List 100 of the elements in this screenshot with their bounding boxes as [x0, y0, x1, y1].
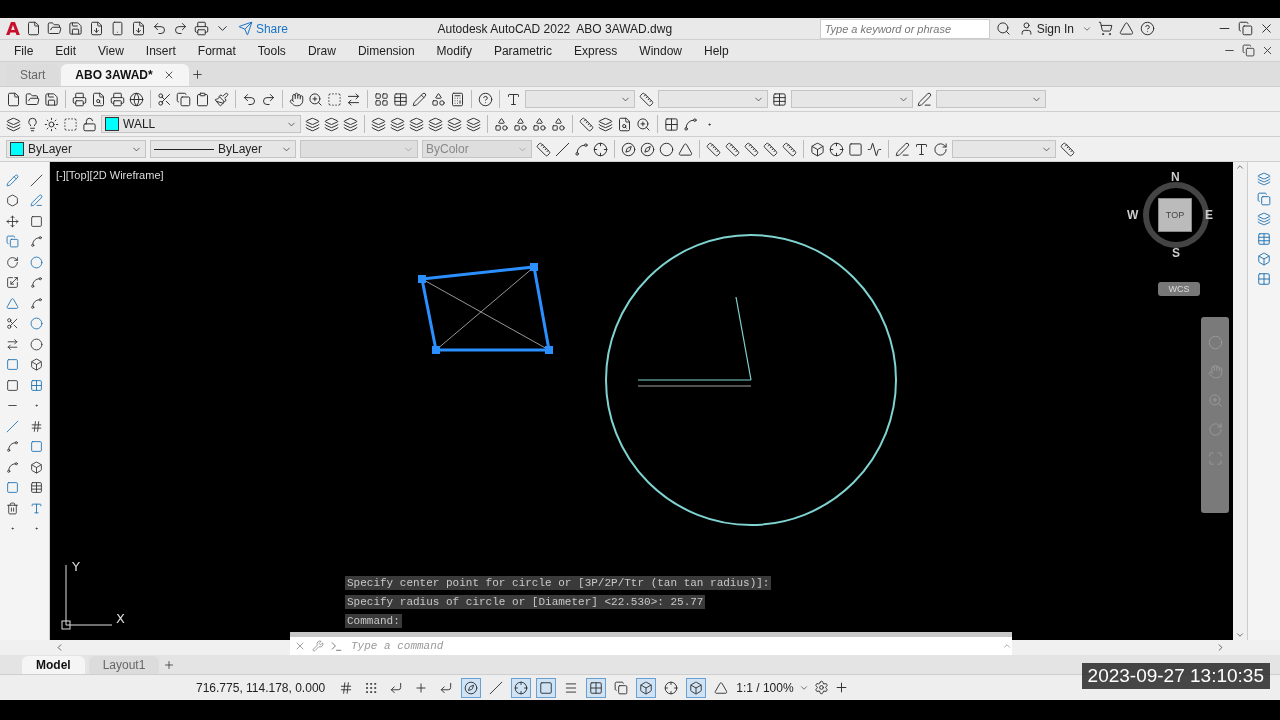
- menu-item[interactable]: Tools: [249, 43, 294, 58]
- user-icon[interactable]: [1018, 21, 1034, 36]
- menu-item[interactable]: Express: [565, 43, 626, 58]
- scroll-down-icon[interactable]: [1235, 630, 1245, 640]
- file-icon[interactable]: [6, 91, 21, 107]
- folder-icon[interactable]: [25, 91, 40, 107]
- diameter-icon[interactable]: [659, 141, 674, 157]
- linetype-dropdown[interactable]: ByLayer: [150, 140, 296, 158]
- restore-icon[interactable]: [1238, 21, 1253, 36]
- menu-item[interactable]: Help: [696, 43, 737, 58]
- redo-icon[interactable]: [172, 21, 188, 36]
- trim-icon[interactable]: [5, 317, 19, 331]
- layers-icon[interactable]: [6, 116, 21, 132]
- search-field[interactable]: Type a keyword or phrase: [819, 18, 990, 39]
- wrench-icon[interactable]: [312, 640, 324, 652]
- menu-item[interactable]: View: [90, 43, 132, 58]
- menu-item[interactable]: Edit: [47, 43, 85, 58]
- table-style-icon[interactable]: [772, 91, 787, 107]
- edit-icon[interactable]: [895, 141, 910, 157]
- file-tab[interactable]: ABO 3AWAD*: [61, 64, 189, 86]
- scale-icon[interactable]: [5, 276, 19, 290]
- jogged-icon[interactable]: [867, 141, 882, 157]
- plus-icon[interactable]: [833, 680, 849, 695]
- drawing-canvas[interactable]: [-][Top][2D Wireframe] N W TOP E S WCS Y X Specify center point for circle or [3P/2P/Ttr (tan tan radius)]: Specify radius of circle or [Diameter] <22.530>: 25.77 Command:: [50, 162, 1233, 640]
- close-icon[interactable]: [1261, 44, 1274, 57]
- undo-icon[interactable]: [242, 91, 257, 107]
- viewcube-face[interactable]: TOP: [1158, 198, 1192, 232]
- settings-icon[interactable]: [813, 680, 829, 695]
- app-logo[interactable]: A: [6, 18, 20, 39]
- menu-item[interactable]: Insert: [137, 43, 184, 58]
- plus-icon[interactable]: [190, 67, 204, 81]
- circle-icon[interactable]: [30, 255, 44, 269]
- print-icon[interactable]: [193, 21, 209, 36]
- annotation-scale[interactable]: 1:1 / 100%: [736, 680, 794, 695]
- move-icon[interactable]: [5, 214, 19, 228]
- open-icon[interactable]: [46, 21, 62, 36]
- pan-icon[interactable]: [289, 91, 304, 107]
- triangle-icon[interactable]: [1119, 21, 1134, 36]
- terminal-icon[interactable]: [330, 639, 343, 653]
- menu-item[interactable]: Dimension: [349, 43, 423, 58]
- text-style-icon[interactable]: [506, 91, 521, 107]
- export-icon[interactable]: [130, 21, 146, 36]
- sun-icon[interactable]: [44, 116, 59, 132]
- calculator-icon[interactable]: [450, 91, 465, 107]
- new-icon[interactable]: [25, 21, 41, 36]
- layout-tab[interactable]: Layout1: [88, 656, 160, 674]
- layer-dropdown[interactable]: WALL: [101, 115, 301, 133]
- undo-icon[interactable]: [151, 21, 167, 36]
- globe-icon[interactable]: [129, 91, 144, 107]
- save-icon[interactable]: [44, 91, 59, 107]
- help-icon[interactable]: [478, 91, 493, 107]
- erase-icon[interactable]: [5, 501, 19, 515]
- update-icon[interactable]: [933, 141, 948, 157]
- layout-tab[interactable]: Model: [22, 656, 85, 674]
- lightbulb-icon[interactable]: [25, 116, 40, 132]
- menu-item[interactable]: Window: [631, 43, 690, 58]
- rotate-icon[interactable]: [5, 255, 19, 269]
- copy-icon[interactable]: [5, 235, 19, 249]
- stretch-icon[interactable]: [5, 337, 19, 351]
- redo-icon[interactable]: [261, 91, 276, 107]
- sign-in-button[interactable]: Sign In: [1016, 21, 1076, 36]
- zoom-icon[interactable]: [636, 116, 651, 132]
- save-as-icon[interactable]: [88, 21, 104, 36]
- print-icon[interactable]: [72, 91, 87, 107]
- device-icon[interactable]: [109, 21, 125, 36]
- close-icon[interactable]: [1259, 21, 1274, 36]
- line-icon[interactable]: [5, 173, 19, 187]
- send-icon[interactable]: [237, 21, 253, 36]
- arc-icon[interactable]: [30, 235, 44, 249]
- rectangle-icon[interactable]: [30, 214, 44, 228]
- menu-item[interactable]: Modify: [428, 43, 480, 58]
- zoom-icon[interactable]: [308, 91, 323, 107]
- curve-icon[interactable]: [683, 116, 698, 132]
- spline-icon[interactable]: [30, 296, 44, 310]
- text-edit-icon[interactable]: [914, 141, 929, 157]
- share-button[interactable]: Share: [235, 21, 290, 36]
- unlock-icon[interactable]: [82, 116, 97, 132]
- scroll-up-icon[interactable]: [1235, 162, 1245, 172]
- menu-item[interactable]: Format: [189, 43, 244, 58]
- copy-icon[interactable]: [176, 91, 191, 107]
- table-icon[interactable]: [393, 91, 408, 107]
- hatch-icon[interactable]: [30, 419, 44, 433]
- cart-icon[interactable]: [1098, 21, 1113, 36]
- preview-icon[interactable]: [91, 91, 106, 107]
- menu-item[interactable]: Parametric: [485, 43, 560, 58]
- save-icon[interactable]: [67, 21, 83, 36]
- center-mark-icon[interactable]: [829, 141, 844, 157]
- print-icon[interactable]: [110, 91, 125, 107]
- restore-icon[interactable]: [1242, 44, 1255, 57]
- search-icon[interactable]: [995, 21, 1011, 36]
- help-icon[interactable]: [1140, 21, 1155, 36]
- text-icon[interactable]: [30, 501, 44, 515]
- viewport-label[interactable]: [-][Top][2D Wireframe]: [56, 169, 164, 181]
- block-icon[interactable]: [30, 358, 44, 372]
- cut-icon[interactable]: [157, 91, 172, 107]
- menu-item[interactable]: File: [6, 43, 42, 58]
- table-icon[interactable]: [30, 481, 44, 495]
- paste-icon[interactable]: [195, 91, 210, 107]
- menu-item[interactable]: Draw: [299, 43, 344, 58]
- grid-icon[interactable]: [664, 116, 679, 132]
